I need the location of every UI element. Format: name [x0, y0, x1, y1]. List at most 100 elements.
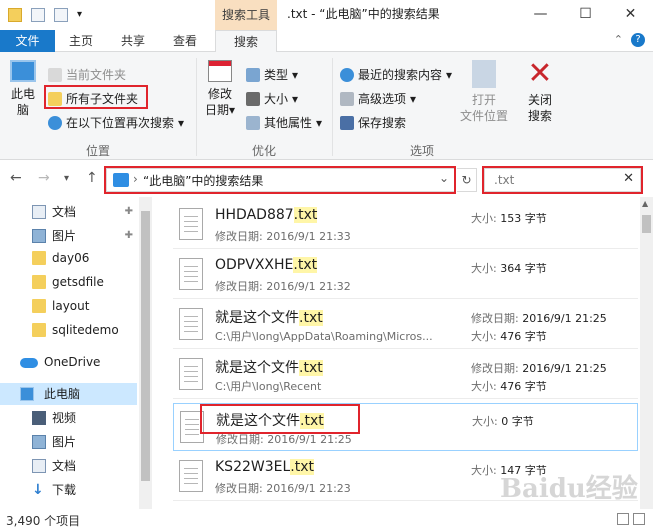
text-file-icon: [179, 308, 203, 340]
save-icon: [340, 115, 354, 130]
this-pc-button[interactable]: 此电 脑: [6, 60, 40, 118]
group-label-refine: 优化: [251, 144, 276, 158]
scrollbar-thumb[interactable]: [642, 215, 651, 233]
dropdown-arrow-icon: ▾: [446, 67, 453, 82]
type-icon: [246, 67, 260, 82]
nav-scrollbar[interactable]: [139, 197, 152, 509]
nav-item-documents[interactable]: 文档 ✚: [0, 201, 137, 223]
file-name: HHDAD887.txt: [215, 207, 318, 223]
nav-item-this-pc[interactable]: 此电脑: [0, 383, 137, 405]
nav-item-downloads[interactable]: ↓ 下载: [0, 479, 137, 501]
document-icon: [32, 205, 46, 219]
group-label-options: 选项: [409, 144, 434, 158]
nav-item-day06[interactable]: day06: [0, 247, 137, 269]
search-again-button[interactable]: 在以下位置再次搜索 ▾: [48, 114, 184, 131]
close-search-button[interactable]: ✕ 关闭 搜索: [520, 59, 560, 124]
list-item[interactable]: ODPVXXHE.txt 修改日期: 2016/9/1 21:32 大小: 36…: [173, 251, 638, 299]
open-location-icon: [472, 60, 496, 88]
file-name: 就是这个文件.txt: [215, 310, 323, 326]
window-title: .txt - “此电脑”中的搜索结果: [287, 7, 440, 21]
download-icon: ↓: [32, 482, 44, 498]
text-file-icon: [179, 460, 203, 492]
folder-icon: [32, 251, 46, 265]
file-detail: 修改日期: 2016/9/1 21:33: [215, 230, 351, 243]
details-view-icon[interactable]: [617, 513, 629, 525]
nav-item-layout[interactable]: layout: [0, 295, 137, 317]
ribbon-controls: ⌃ ?: [614, 33, 645, 47]
save-search-button[interactable]: 保存搜索: [340, 114, 406, 131]
title-bar: ▾ 搜索工具 .txt - “此电脑”中的搜索结果 — ☐ ✕: [0, 0, 653, 30]
folder-icon: [48, 67, 62, 82]
back-icon[interactable]: ←: [10, 170, 22, 186]
file-path: C:\用户\long\Recent: [215, 380, 322, 393]
tab-search[interactable]: 搜索: [215, 30, 277, 53]
nav-item-sqlitedemo[interactable]: sqlitedemo: [0, 319, 137, 341]
pin-icon[interactable]: ✚: [125, 201, 133, 223]
collapse-ribbon-icon[interactable]: ⌃: [614, 33, 623, 47]
onedrive-icon: [20, 358, 38, 368]
ribbon: 此电 脑 当前文件夹 所有子文件夹 在以下位置再次搜索 ▾ 位置 修改 日期▾ …: [0, 52, 653, 160]
forward-icon[interactable]: →: [38, 170, 50, 186]
nav-item-pictures[interactable]: 图片 ✚: [0, 225, 137, 247]
file-detail: 修改日期: 2016/9/1 21:23: [215, 482, 351, 495]
up-icon[interactable]: ↑: [86, 170, 98, 186]
size-filter-button[interactable]: 大小 ▾: [246, 90, 298, 107]
help-icon[interactable]: ?: [631, 33, 645, 47]
open-file-location-button[interactable]: 打开 文件位置: [456, 60, 512, 124]
minimize-button[interactable]: —: [518, 0, 563, 30]
type-filter-button[interactable]: 类型 ▾: [246, 66, 298, 83]
highlight-box: [200, 404, 360, 434]
status-bar: 3,490 个项目: [0, 509, 653, 530]
scrollbar-thumb[interactable]: [141, 211, 150, 481]
file-date: 修改日期: 2016/9/1 21:25: [471, 362, 607, 375]
refresh-icon[interactable]: ↻: [457, 168, 477, 192]
list-item[interactable]: 就是这个文件.txt C:\用户\long\Recent 修改日期: 2016/…: [173, 351, 638, 399]
nav-item-onedrive[interactable]: OneDrive: [0, 351, 137, 373]
new-folder-icon[interactable]: [54, 8, 68, 22]
recent-locations-icon[interactable]: ▾: [64, 173, 69, 184]
tab-home[interactable]: 主页: [66, 30, 96, 52]
folder-icon: [32, 299, 46, 313]
window-controls: — ☐ ✕: [518, 0, 653, 30]
customize-toolbar-icon[interactable]: ▾: [77, 10, 85, 20]
maximize-button[interactable]: ☐: [563, 0, 608, 30]
text-file-icon: [179, 358, 203, 390]
date-modified-button[interactable]: 修改 日期▾: [200, 60, 240, 118]
scroll-up-icon[interactable]: ▲: [642, 199, 648, 208]
nav-item-getsdfile[interactable]: getsdfile: [0, 271, 137, 293]
folder-icon: [8, 8, 22, 22]
file-size: 大小: 0 字节: [472, 415, 534, 428]
nav-item-documents-pc[interactable]: 文档: [0, 455, 137, 477]
search-results-list: HHDAD887.txt 修改日期: 2016/9/1 21:33 大小: 15…: [153, 197, 640, 509]
current-folder-button[interactable]: 当前文件夹: [48, 66, 126, 83]
recent-searches-button[interactable]: 最近的搜索内容 ▾: [340, 66, 452, 83]
results-scrollbar[interactable]: ▲: [640, 197, 653, 509]
list-item[interactable]: 就是这个文件.txt C:\用户\long\AppData\Roaming\Mi…: [173, 301, 638, 349]
folder-icon: [32, 275, 46, 289]
nav-item-pictures-pc[interactable]: 图片: [0, 431, 137, 453]
dropdown-arrow-icon: ▾: [316, 115, 323, 130]
navigation-pane: 文档 ✚ 图片 ✚ day06 getsdfile layout sqlited…: [0, 197, 153, 509]
file-detail: 修改日期: 2016/9/1 21:32: [215, 280, 351, 293]
close-button[interactable]: ✕: [608, 0, 653, 30]
file-date: 修改日期: 2016/9/1 21:25: [471, 312, 607, 325]
properties-icon: [246, 115, 260, 130]
calendar-icon: [208, 60, 232, 82]
file-size: 大小: 153 字节: [471, 212, 547, 225]
other-properties-button[interactable]: 其他属性 ▾: [246, 114, 322, 131]
group-label-location: 位置: [85, 144, 110, 158]
dropdown-arrow-icon: ▾: [292, 91, 299, 106]
navigation-bar: ← → ▾ ↑ › “此电脑”中的搜索结果 ⌄ ↻ .txt ✕: [0, 163, 653, 197]
tab-view[interactable]: 查看: [170, 30, 200, 52]
pin-icon[interactable]: ✚: [125, 225, 133, 247]
tab-file[interactable]: 文件: [0, 30, 55, 52]
file-name: KS22W3EL.txt: [215, 459, 314, 475]
tab-share[interactable]: 共享: [118, 30, 148, 52]
video-icon: [32, 411, 46, 425]
nav-item-videos[interactable]: 视频: [0, 407, 137, 429]
list-item[interactable]: HHDAD887.txt 修改日期: 2016/9/1 21:33 大小: 15…: [173, 201, 638, 249]
document-icon: [32, 459, 46, 473]
properties-icon[interactable]: [31, 8, 45, 22]
advanced-options-button[interactable]: 高级选项 ▾: [340, 90, 416, 107]
large-icons-view-icon[interactable]: [633, 513, 645, 525]
